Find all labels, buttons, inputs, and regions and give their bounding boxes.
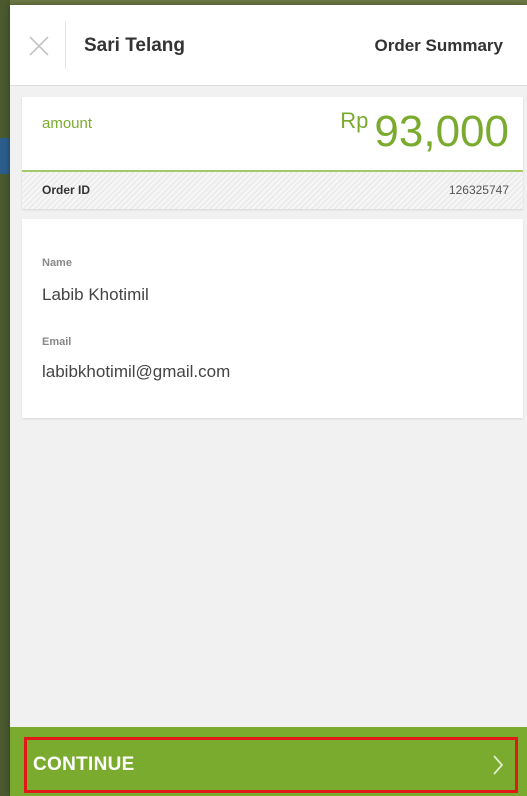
email-value: labibkhotimil@gmail.com	[42, 362, 231, 381]
continue-button[interactable]: CONTINUE	[24, 737, 518, 793]
close-button[interactable]	[22, 29, 56, 63]
modal-footer: CONTINUE	[10, 727, 527, 796]
modal-header: Sari Telang Order Summary	[10, 5, 527, 86]
header-divider	[65, 21, 66, 69]
payment-modal: Sari Telang Order Summary amount Rp 93,00…	[10, 5, 527, 796]
merchant-name: Sari Telang	[84, 35, 186, 56]
order-id-label: Order ID	[42, 183, 91, 197]
close-icon	[29, 36, 49, 56]
currency-symbol: Rp	[340, 108, 369, 133]
continue-label: CONTINUE	[33, 754, 135, 775]
background-accent-mark	[0, 138, 10, 174]
order-id-value: 126325747	[448, 183, 509, 197]
background-page-edge	[0, 0, 10, 796]
order-id-row: Order ID 126325747	[22, 172, 523, 209]
chevron-right-icon	[491, 753, 505, 782]
amount-card: amount Rp 93,000 Order ID 126325747	[22, 97, 523, 209]
name-value: Labib Khotimil	[42, 285, 149, 304]
amount-label: amount	[42, 115, 93, 132]
email-label: Email	[42, 336, 72, 348]
customer-details-card: Name Labib Khotimil Email labibkhotimil@…	[22, 219, 523, 418]
amount-value: Rp 93,000	[340, 107, 509, 157]
page-title: Order Summary	[374, 36, 504, 55]
amount-number: 93,000	[374, 107, 509, 156]
name-label: Name	[42, 257, 72, 269]
